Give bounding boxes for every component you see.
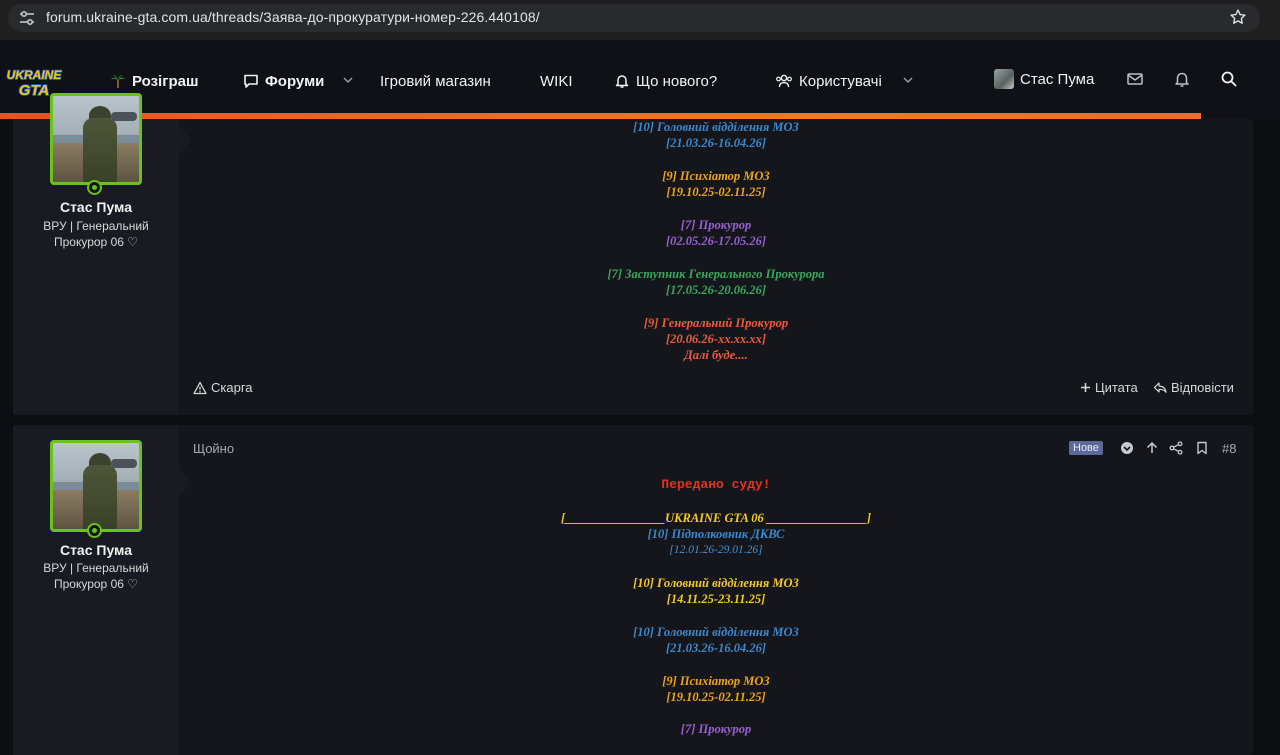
nav-giveaway-label: Розіграш bbox=[132, 72, 199, 90]
chat-bubble-icon bbox=[244, 74, 258, 88]
arrow-up-icon[interactable] bbox=[1145, 441, 1159, 455]
message-line: [7] Прокурор bbox=[680, 217, 752, 232]
bell-icon bbox=[615, 75, 629, 88]
bookmark-icon[interactable] bbox=[1195, 441, 1209, 455]
site-settings-icon[interactable] bbox=[19, 11, 35, 25]
new-badge: Нове bbox=[1069, 441, 1103, 455]
post-author-panel: Стас Пума ВРУ | Генеральний Прокурор 06 … bbox=[13, 425, 179, 755]
author-title: ВРУ | Генеральний bbox=[43, 561, 149, 575]
avatar[interactable] bbox=[50, 440, 142, 532]
post-message-lines: [________________UKRAINE GTA 06 ________… bbox=[193, 493, 1239, 737]
message-line: [21.03.26-16.04.26] bbox=[666, 136, 766, 151]
message-line: [10] Головний відділення МОЗ bbox=[633, 120, 799, 134]
message-line: [20.06.26-xx.xx.xx] bbox=[666, 331, 766, 346]
reply-label: Відповісти bbox=[1171, 380, 1234, 395]
plus-icon bbox=[1081, 383, 1090, 392]
browser-toolbar: forum.ukraine-gta.com.ua/threads/Заява-д… bbox=[0, 0, 1280, 40]
message-line: [14.11.25-23.11.25] bbox=[666, 592, 766, 607]
message-line: [10] Головний відділення МОЗ bbox=[633, 575, 799, 590]
message-line: Далі буде.... bbox=[684, 348, 748, 363]
warning-icon bbox=[193, 381, 207, 394]
author-title: Прокурор 06 ♡ bbox=[53, 577, 139, 591]
author-name[interactable]: Стас Пума bbox=[13, 199, 179, 215]
message-line: [9] Психіатор МОЗ bbox=[662, 673, 770, 688]
message-line: [17.05.26-20.06.26] bbox=[666, 282, 766, 297]
nav-wiki-label: WIKI bbox=[540, 72, 573, 90]
quote-button[interactable]: Цитата bbox=[1080, 380, 1138, 395]
account-name: Стас Пума bbox=[1020, 70, 1095, 88]
message-line: [________________UKRAINE GTA 06 ________… bbox=[560, 510, 872, 525]
share-icon[interactable] bbox=[1169, 441, 1183, 455]
post-timestamp[interactable]: Щойно bbox=[193, 441, 234, 456]
nav-giveaway[interactable]: Розіграш bbox=[110, 71, 198, 91]
message-line: [9] Генеральний Прокурор bbox=[643, 315, 789, 330]
author-name[interactable]: Стас Пума bbox=[13, 542, 179, 558]
chevron-down-icon[interactable] bbox=[903, 76, 913, 84]
post-author-panel: Стас Пума ВРУ | Генеральний Прокурор 06 … bbox=[13, 93, 179, 415]
account-menu[interactable]: Стас Пума bbox=[994, 69, 1094, 89]
report-button[interactable]: Скарга bbox=[193, 380, 253, 395]
message-line: [12.01.26-29.01.26] bbox=[669, 544, 763, 557]
chevron-down-icon[interactable] bbox=[343, 76, 353, 84]
url-text[interactable]: forum.ukraine-gta.com.ua/threads/Заява-д… bbox=[46, 9, 540, 25]
post-pointer bbox=[179, 469, 191, 497]
message-line: [21.03.26-16.04.26] bbox=[666, 640, 766, 655]
message-line: [9] Психіатор МОЗ bbox=[662, 168, 770, 183]
search-icon[interactable] bbox=[1220, 70, 1238, 88]
report-label: Скарга bbox=[211, 380, 253, 395]
bookmark-star-icon[interactable] bbox=[1229, 8, 1247, 26]
post-message: [10] Головний відділення МОЗ [21.03.26-16… bbox=[193, 119, 1239, 363]
reply-button[interactable]: Відповісти bbox=[1153, 380, 1234, 395]
forum-post: Стас Пума ВРУ | Генеральний Прокурор 06 … bbox=[13, 93, 1253, 415]
nav-game-shop-label: Ігровий магазин bbox=[380, 72, 491, 90]
quote-label: Цитата bbox=[1095, 380, 1138, 395]
nav-wiki[interactable]: WIKI bbox=[540, 71, 573, 91]
nav-whats-new-label: Що нового? bbox=[636, 72, 718, 90]
reaction-icon[interactable] bbox=[1120, 441, 1134, 455]
reply-arrow-icon bbox=[1153, 382, 1167, 393]
forum-post: Стас Пума ВРУ | Генеральний Прокурор 06 … bbox=[13, 425, 1253, 755]
online-status-icon bbox=[87, 180, 102, 195]
svg-text:UKRAINE: UKRAINE bbox=[7, 68, 62, 82]
envelope-icon[interactable] bbox=[1126, 70, 1144, 88]
post-number[interactable]: #8 bbox=[1222, 441, 1236, 456]
nav-game-shop[interactable]: Ігровий магазин bbox=[380, 71, 491, 91]
message-line: [7] Заступник Генерального Прокурора bbox=[607, 266, 825, 281]
message-line: [7] Прокурор bbox=[680, 722, 752, 737]
message-line: [10] Підполковник ДКВС bbox=[647, 526, 785, 541]
users-icon bbox=[776, 74, 792, 88]
online-status-icon bbox=[87, 523, 102, 538]
message-line: [19.10.25-02.11.25] bbox=[666, 689, 766, 704]
message-line: [02.05.26-17.05.26] bbox=[666, 234, 766, 249]
avatar[interactable] bbox=[50, 93, 142, 185]
nav-users-label: Користувачі bbox=[799, 72, 882, 90]
svg-text:GTA: GTA bbox=[19, 82, 50, 98]
nav-whats-new[interactable]: Що нового? bbox=[614, 71, 717, 91]
avatar bbox=[994, 69, 1014, 89]
post-pointer bbox=[179, 126, 191, 154]
nav-forums-label: Форуми bbox=[265, 72, 325, 90]
notifications-bell-icon[interactable] bbox=[1173, 70, 1191, 88]
author-title: ВРУ | Генеральний bbox=[43, 219, 149, 233]
nav-forums[interactable]: Форуми bbox=[243, 71, 324, 91]
message-line: [10] Головний відділення МОЗ bbox=[633, 624, 799, 639]
author-title: Прокурор 06 ♡ bbox=[53, 235, 139, 249]
message-line: [19.10.25-02.11.25] bbox=[666, 185, 766, 200]
nav-users[interactable]: Користувачі bbox=[775, 71, 882, 91]
post-heading: Передано суду! bbox=[661, 477, 771, 492]
post-message: Передано суду! [________________UKRAINE … bbox=[193, 477, 1239, 738]
palm-tree-icon bbox=[111, 75, 125, 88]
